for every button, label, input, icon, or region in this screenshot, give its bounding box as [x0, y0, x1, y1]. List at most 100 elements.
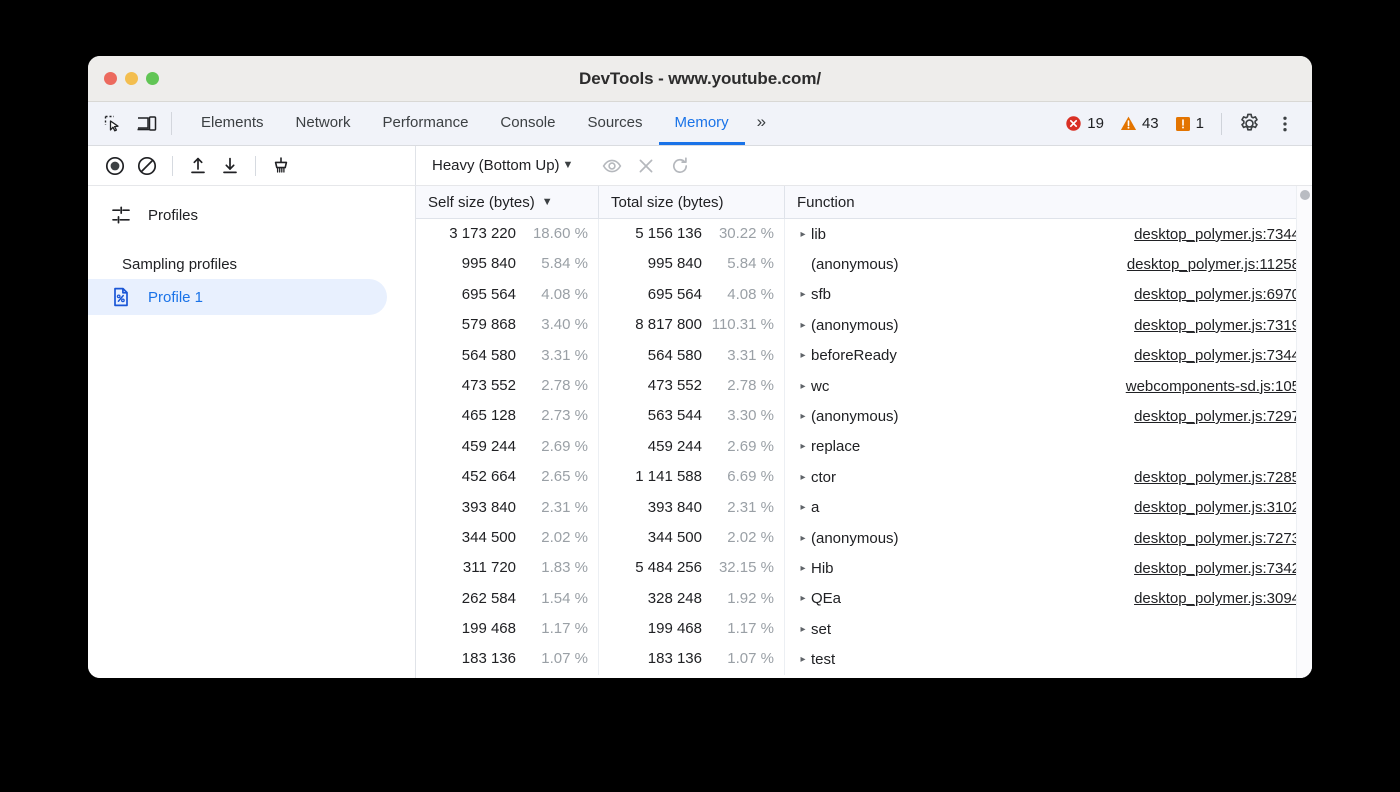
tab-network[interactable]: Network — [280, 102, 367, 145]
column-header-label: Total size (bytes) — [611, 194, 724, 211]
table-row[interactable]: 579 8683.40 %8 817 800110.31 %▸(anonymou… — [416, 310, 1312, 340]
source-link[interactable]: desktop_polymer.js:7342 — [1134, 560, 1312, 577]
table-row[interactable]: 311 7201.83 %5 484 25632.15 %▸Hibdesktop… — [416, 553, 1312, 583]
cell-self-size: 459 2442.69 % — [416, 432, 599, 462]
title-bar: DevTools - www.youtube.com/ — [88, 56, 1312, 102]
expand-triangle-icon[interactable]: ▸ — [795, 624, 811, 635]
sidebar-item-profiles[interactable]: Profiles — [88, 196, 415, 234]
restore-all-icon[interactable] — [665, 151, 695, 181]
warning-icon — [1120, 115, 1137, 132]
table-row[interactable]: 695 5644.08 %695 5644.08 %▸sfbdesktop_po… — [416, 280, 1312, 310]
save-profile-icon[interactable] — [215, 151, 245, 181]
source-link[interactable]: desktop_polymer.js:3102 — [1134, 499, 1312, 516]
inspect-element-icon[interactable] — [96, 102, 130, 145]
self-size-percent: 3.31 % — [516, 341, 588, 371]
exclude-selected-icon[interactable] — [631, 151, 661, 181]
expand-triangle-icon[interactable]: ▸ — [795, 472, 811, 483]
cell-total-size: 1 141 5886.69 % — [599, 462, 785, 492]
expand-triangle-icon[interactable]: ▸ — [795, 381, 811, 392]
table-row[interactable]: 459 2442.69 %459 2442.69 %▸replace — [416, 432, 1312, 462]
view-mode-select[interactable]: Heavy (Bottom Up) ▼ — [428, 155, 577, 176]
column-header-function[interactable]: Function — [785, 186, 1312, 218]
tab-memory[interactable]: Memory — [659, 102, 745, 145]
expand-triangle-icon[interactable]: ▸ — [795, 502, 811, 513]
total-size-percent: 1.92 % — [702, 584, 774, 614]
source-link[interactable]: desktop_polymer.js:7285 — [1134, 469, 1312, 486]
total-size-percent: 110.31 % — [702, 310, 774, 340]
expand-triangle-icon[interactable]: ▸ — [795, 350, 811, 361]
table-row[interactable]: 3 173 22018.60 %5 156 13630.22 %▸libdesk… — [416, 219, 1312, 249]
source-link[interactable]: desktop_polymer.js:7297 — [1134, 408, 1312, 425]
expand-triangle-icon[interactable]: ▸ — [795, 320, 811, 331]
load-profile-icon[interactable] — [183, 151, 213, 181]
collect-garbage-icon[interactable] — [266, 151, 296, 181]
expand-triangle-icon[interactable]: ▸ — [795, 563, 811, 574]
more-tabs-icon[interactable]: » — [745, 102, 778, 145]
expand-triangle-icon[interactable]: ▸ — [795, 593, 811, 604]
tab-sources[interactable]: Sources — [571, 102, 658, 145]
expand-triangle-icon[interactable]: ▸ — [795, 654, 811, 665]
vertical-scrollbar[interactable] — [1296, 186, 1312, 678]
expand-triangle-icon[interactable]: ▸ — [795, 411, 811, 422]
record-icon[interactable] — [100, 151, 130, 181]
self-size-percent: 1.83 % — [516, 553, 588, 583]
more-options-icon[interactable] — [1268, 107, 1302, 141]
source-link[interactable]: desktop_polymer.js:7319 — [1134, 317, 1312, 334]
column-header-label: Function — [797, 194, 855, 211]
table-row[interactable]: 564 5803.31 %564 5803.31 %▸beforeReadyde… — [416, 341, 1312, 371]
total-size-percent: 4.08 % — [702, 280, 774, 310]
source-link[interactable]: desktop_polymer.js:3094 — [1134, 590, 1312, 607]
clear-icon[interactable] — [132, 151, 162, 181]
function-name: ctor — [811, 469, 836, 486]
table-row[interactable]: 995 8405.84 %995 8405.84 %▸(anonymous)de… — [416, 249, 1312, 279]
error-counter[interactable]: 19 — [1058, 115, 1111, 132]
expand-triangle-icon[interactable]: ▸ — [795, 289, 811, 300]
table-row[interactable]: 262 5841.54 %328 2481.92 %▸QEadesktop_po… — [416, 584, 1312, 614]
self-size-percent: 4.08 % — [516, 280, 588, 310]
table-row[interactable]: 452 6642.65 %1 141 5886.69 % ▸ctor desktop… — [416, 462, 1312, 492]
self-size-percent: 5.84 % — [516, 249, 588, 279]
tab-elements[interactable]: Elements — [185, 102, 280, 145]
function-name: replace — [811, 438, 860, 455]
tab-performance[interactable]: Performance — [367, 102, 485, 145]
tab-console[interactable]: Console — [484, 102, 571, 145]
cell-total-size: 695 5644.08 % — [599, 280, 785, 310]
self-size-percent: 2.02 % — [516, 523, 588, 553]
expand-triangle-icon[interactable]: ▸ — [795, 533, 811, 544]
scrollbar-thumb[interactable] — [1300, 190, 1310, 200]
source-link[interactable]: desktop_polymer.js:7344 — [1134, 347, 1312, 364]
view-mode-label: Heavy (Bottom Up) — [432, 157, 560, 174]
column-header-total-size[interactable]: Total size (bytes) — [599, 186, 785, 218]
self-size-percent: 2.69 % — [516, 432, 588, 462]
total-size-value: 8 817 800 — [635, 310, 702, 340]
total-size-percent: 2.69 % — [702, 432, 774, 462]
cell-function: ▸Hibdesktop_polymer.js:7342 — [785, 553, 1312, 583]
total-size-value: 564 580 — [648, 341, 702, 371]
cell-self-size: 452 6642.65 % — [416, 462, 599, 492]
table-row[interactable]: 393 8402.31 %393 8402.31 %▸adesktop_poly… — [416, 493, 1312, 523]
cell-function: ▸(anonymous)desktop_polymer.js:7319 — [785, 310, 1312, 340]
table-row[interactable]: 183 1361.07 %183 1361.07 %▸test — [416, 644, 1312, 674]
total-size-value: 5 156 136 — [635, 219, 702, 249]
settings-gear-icon[interactable] — [1232, 107, 1266, 141]
device-toolbar-icon[interactable] — [130, 102, 164, 145]
total-size-percent: 2.02 % — [702, 523, 774, 553]
issues-counter[interactable]: 1 — [1168, 115, 1211, 132]
sidebar-item-profile-1[interactable]: Profile 1 — [88, 279, 387, 315]
source-link[interactable]: desktop_polymer.js:7344 — [1134, 226, 1312, 243]
expand-triangle-icon[interactable]: ▸ — [795, 441, 811, 452]
source-link[interactable]: desktop_polymer.js:11258 — [1127, 256, 1312, 273]
cell-function: ▸test — [785, 644, 1312, 674]
table-row[interactable]: 465 1282.73 %563 5443.30 %▸(anonymous)de… — [416, 401, 1312, 431]
table-row[interactable]: 344 5002.02 %344 5002.02 %▸(anonymous)de… — [416, 523, 1312, 553]
column-header-self-size[interactable]: Self size (bytes) ▼ — [416, 186, 599, 218]
warning-counter[interactable]: 43 — [1113, 115, 1166, 132]
source-link[interactable]: webcomponents-sd.js:105 — [1126, 378, 1312, 395]
table-row[interactable]: 199 4681.17 %199 4681.17 %▸set — [416, 614, 1312, 644]
source-link[interactable]: desktop_polymer.js:7273 — [1134, 530, 1312, 547]
source-link[interactable]: desktop_polymer.js:6970 — [1134, 286, 1312, 303]
expand-triangle-icon[interactable]: ▸ — [795, 229, 811, 240]
table-row[interactable]: 473 5522.78 %473 5522.78 %▸wcwebcomponen… — [416, 371, 1312, 401]
total-size-value: 459 244 — [648, 432, 702, 462]
focus-selected-icon[interactable] — [597, 151, 627, 181]
